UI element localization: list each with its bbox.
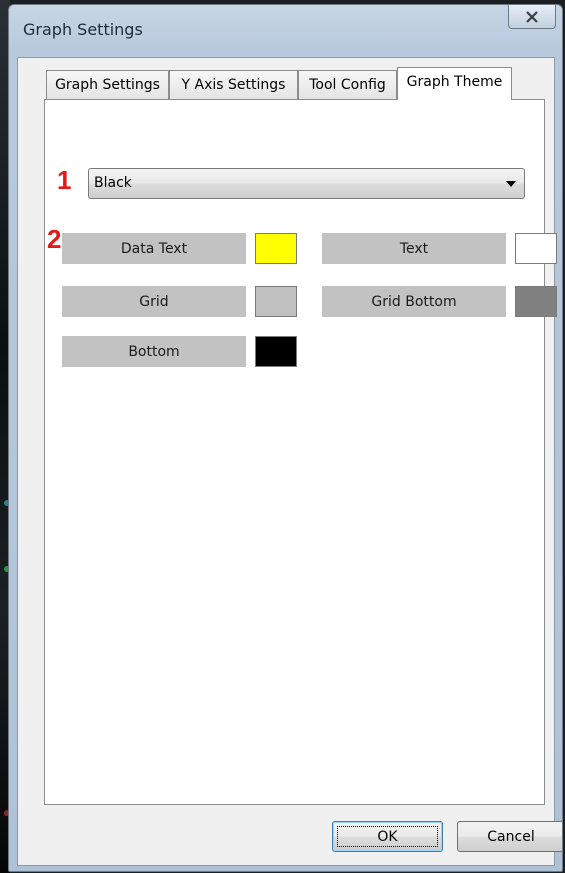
annotation-marker-1: 1: [57, 165, 72, 195]
close-icon: [526, 10, 538, 23]
bottom-color-button[interactable]: Bottom: [62, 336, 246, 367]
ok-button[interactable]: OK: [332, 821, 443, 852]
close-button[interactable]: [508, 5, 556, 29]
dialog-client-area: Graph Settings Y Axis Settings Tool Conf…: [17, 57, 562, 866]
chevron-down-icon: [506, 181, 516, 187]
tab-tool-config[interactable]: Tool Config: [298, 70, 397, 99]
tab-graph-settings[interactable]: Graph Settings: [46, 70, 169, 99]
text-color-button[interactable]: Text: [322, 233, 506, 264]
data-text-color-button[interactable]: Data Text: [62, 233, 246, 264]
annotation-marker-2: 2: [47, 224, 62, 254]
grid-bottom-color-button[interactable]: Grid Bottom: [322, 286, 506, 317]
theme-select-value: Black: [94, 175, 132, 191]
bottom-color-swatch[interactable]: [255, 336, 297, 367]
window-title: Graph Settings: [23, 20, 143, 39]
focus-rectangle: [337, 826, 438, 847]
graph-settings-dialog: Graph Settings Graph Settings Y Axis Set…: [8, 4, 563, 872]
tab-y-axis-settings[interactable]: Y Axis Settings: [169, 70, 298, 99]
graph-theme-panel: 1 2 Black Data Text Text Grid Grid Botto…: [44, 99, 557, 805]
grid-bottom-color-swatch[interactable]: [515, 286, 557, 317]
text-color-swatch[interactable]: [515, 233, 557, 264]
tab-graph-theme[interactable]: Graph Theme: [397, 67, 512, 100]
theme-select[interactable]: Black: [88, 168, 525, 199]
data-text-color-swatch[interactable]: [255, 233, 297, 264]
grid-color-button[interactable]: Grid: [62, 286, 246, 317]
grid-color-swatch[interactable]: [255, 286, 297, 317]
cancel-button[interactable]: Cancel: [457, 821, 562, 852]
title-bar[interactable]: Graph Settings: [9, 5, 562, 55]
